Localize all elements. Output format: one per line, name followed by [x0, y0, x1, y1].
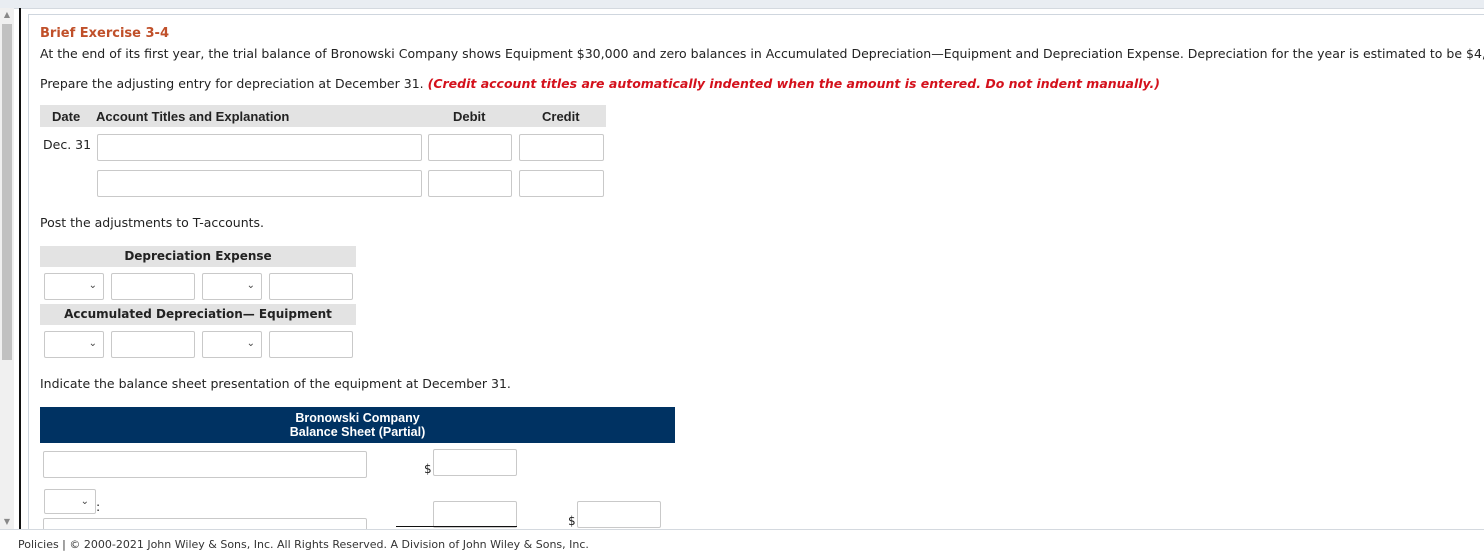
t-account-1-left-select[interactable]: ⌄	[44, 273, 104, 300]
chevron-down-icon: ⌄	[80, 496, 89, 507]
t-account-2-left-amount[interactable]	[111, 331, 195, 358]
currency-symbol: $	[424, 462, 432, 476]
chevron-down-icon: ⌄	[88, 338, 97, 349]
t-account-2-right-amount[interactable]	[269, 331, 353, 358]
scroll-thumb[interactable]	[2, 24, 12, 360]
exercise-intro: At the end of its first year, the trial …	[40, 46, 1484, 61]
currency-symbol: $	[568, 514, 576, 528]
company-name: Bronowski Company	[295, 411, 420, 425]
journal-credit-input-2[interactable]	[519, 170, 604, 197]
header-account: Account Titles and Explanation	[96, 109, 290, 124]
t-accounts-instruction: Post the adjustments to T-accounts.	[40, 215, 264, 230]
chevron-down-icon: ⌄	[88, 280, 97, 291]
browser-top-bar	[0, 0, 1484, 9]
bs-total-input[interactable]	[577, 501, 661, 528]
t-account-title-accumulated-depreciation: Accumulated Depreciation— Equipment	[40, 304, 356, 325]
footer: Policies | © 2000-2021 John Wiley & Sons…	[0, 529, 1484, 551]
bs-amount-input-1[interactable]	[433, 449, 517, 476]
exercise-title: Brief Exercise 3-4	[40, 26, 169, 41]
colon-label: :	[96, 499, 101, 514]
frame-divider	[19, 8, 21, 529]
scroll-down-icon[interactable]: ▼	[0, 515, 14, 529]
t-account-2-left-select[interactable]: ⌄	[44, 331, 104, 358]
t-account-1-right-select[interactable]: ⌄	[202, 273, 262, 300]
chevron-down-icon: ⌄	[246, 338, 255, 349]
t-account-title-depreciation-expense: Depreciation Expense	[40, 246, 356, 267]
bs-amount-input-2[interactable]	[433, 501, 517, 528]
vertical-scrollbar[interactable]: ▲ ▼	[0, 8, 14, 529]
journal-date: Dec. 31	[43, 137, 92, 152]
header-date: Date	[52, 109, 81, 124]
instruction-note: (Credit account titles are automatically…	[427, 76, 1161, 91]
journal-debit-input-2[interactable]	[428, 170, 512, 197]
statement-name: Balance Sheet (Partial)	[289, 425, 426, 439]
scroll-up-icon[interactable]: ▲	[0, 8, 14, 22]
chevron-down-icon: ⌄	[246, 280, 255, 291]
total-underline	[396, 526, 517, 527]
balance-sheet-instruction: Indicate the balance sheet presentation …	[40, 376, 511, 391]
journal-account-input-1[interactable]	[97, 134, 422, 161]
journal-credit-input-1[interactable]	[519, 134, 604, 161]
bs-account-input-1[interactable]	[43, 451, 367, 478]
header-debit: Debit	[453, 109, 486, 124]
t-account-2-right-select[interactable]: ⌄	[202, 331, 262, 358]
journal-debit-input-1[interactable]	[428, 134, 512, 161]
t-account-1-right-amount[interactable]	[269, 273, 353, 300]
journal-table-header: Date Account Titles and Explanation Debi…	[40, 105, 606, 127]
header-credit: Credit	[542, 109, 580, 124]
bs-select-less[interactable]: ⌄	[44, 489, 96, 514]
journal-instruction: Prepare the adjusting entry for deprecia…	[40, 76, 1160, 91]
instruction-text: Prepare the adjusting entry for deprecia…	[40, 76, 424, 91]
balance-sheet-header: Bronowski Company Balance Sheet (Partial…	[40, 407, 675, 443]
t-account-1-left-amount[interactable]	[111, 273, 195, 300]
exercise-panel: Brief Exercise 3-4 At the end of its fir…	[28, 14, 1484, 545]
journal-account-input-2[interactable]	[97, 170, 422, 197]
